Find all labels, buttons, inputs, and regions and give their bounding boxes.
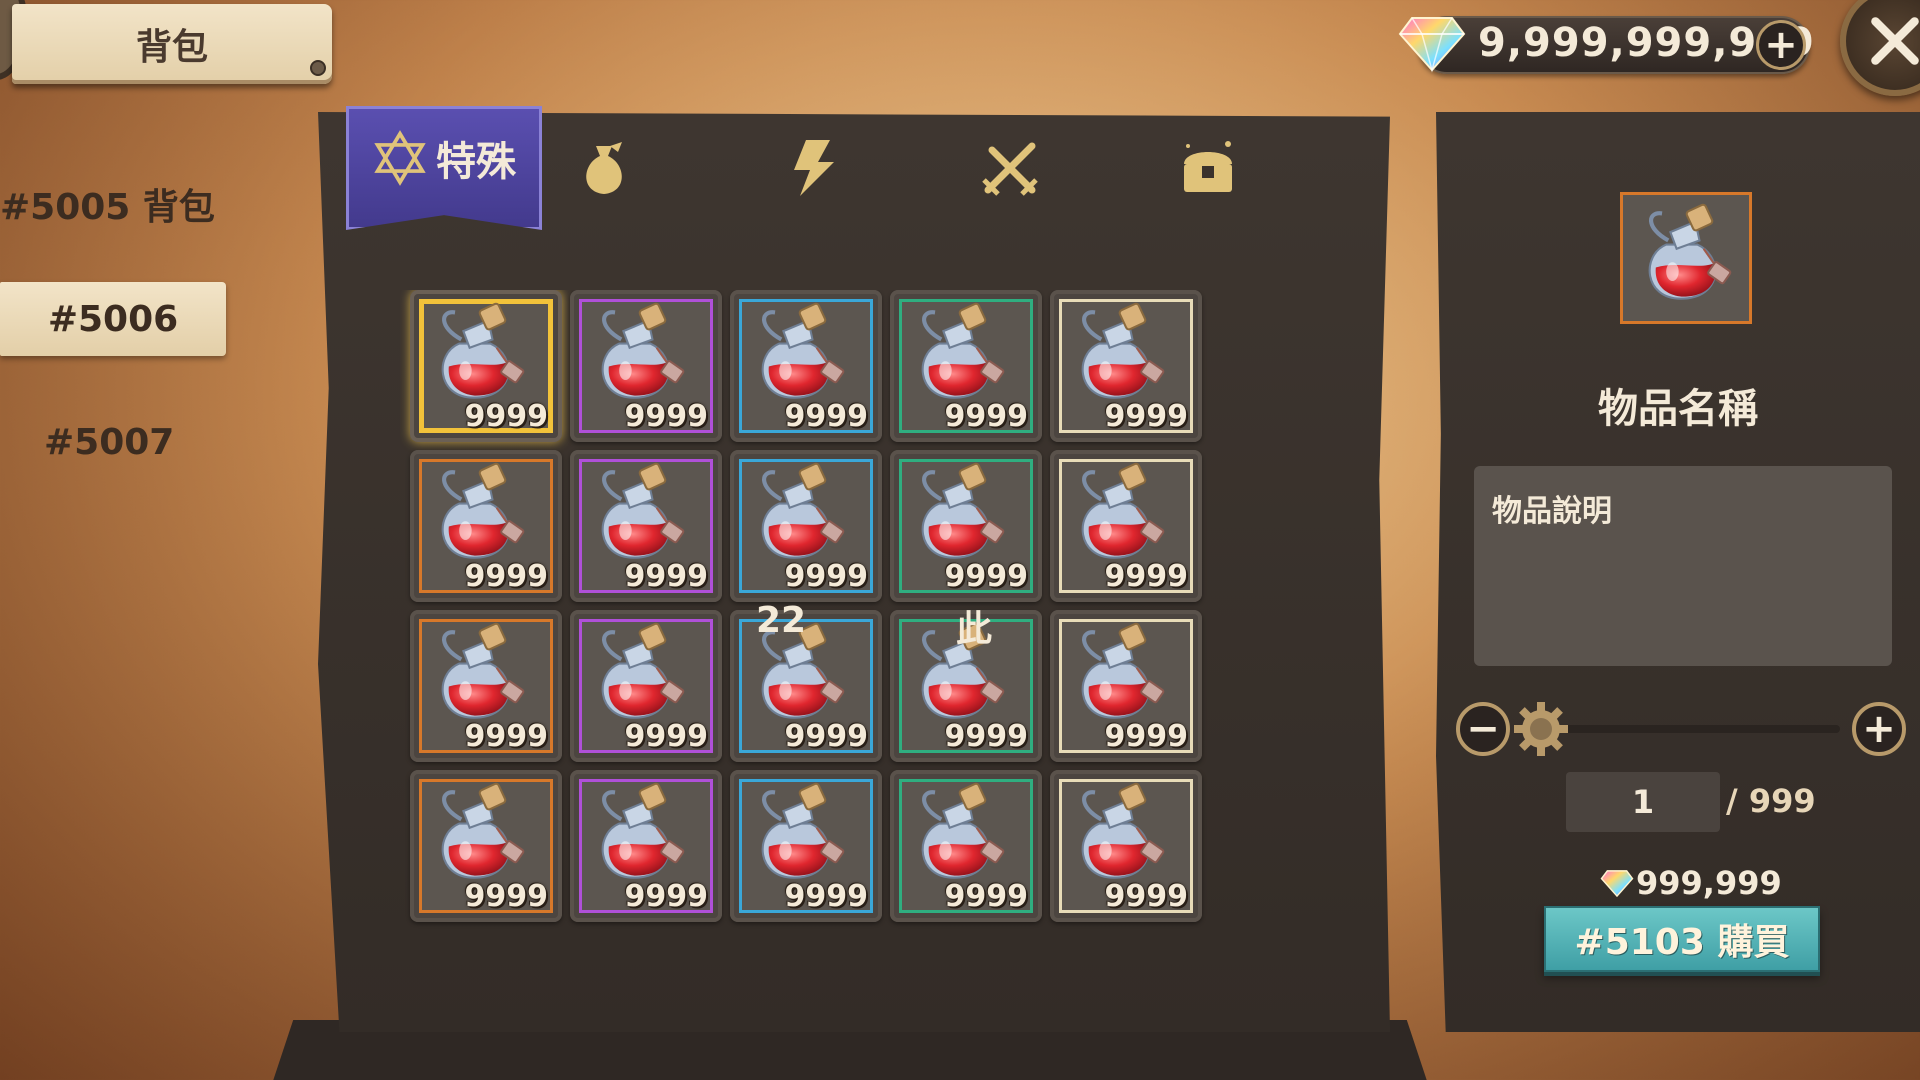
potion-icon (1068, 462, 1172, 566)
item-quantity: 9999 (944, 399, 1029, 434)
potion-icon (588, 302, 692, 406)
category-item-5006[interactable]: #5006 (0, 282, 226, 356)
category-label: #5005 背包 (0, 187, 215, 228)
item-slot[interactable]: 9999 (730, 290, 882, 442)
item-quantity: 9999 (624, 399, 709, 434)
diamond-icon (1398, 17, 1466, 73)
item-slot[interactable]: 9999 (570, 450, 722, 602)
item-slot[interactable]: 9999 (570, 770, 722, 922)
potion-icon (588, 622, 692, 726)
item-description: 物品說明 (1492, 494, 1612, 529)
diamond-icon (1600, 870, 1634, 898)
potion-icon (748, 302, 852, 406)
category-item-5005[interactable]: #5005 背包 (0, 176, 215, 232)
potion-icon (908, 462, 1012, 566)
item-slot[interactable]: 9999 (730, 450, 882, 602)
item-quantity: 9999 (944, 879, 1029, 914)
item-quantity: 9999 (784, 879, 869, 914)
potion-icon (908, 302, 1012, 406)
page-title: 背包 (12, 4, 332, 84)
item-quantity: 9999 (624, 559, 709, 594)
rivet-ornament (310, 60, 326, 76)
item-quantity: 9999 (784, 559, 869, 594)
treasure-chest-icon[interactable] (1176, 136, 1240, 200)
crossed-swords-icon[interactable] (978, 136, 1042, 200)
potion-icon (908, 782, 1012, 886)
add-currency-button[interactable]: + (1756, 20, 1806, 70)
potion-icon (428, 622, 532, 726)
item-slot[interactable]: 9999 (410, 290, 562, 442)
item-quantity: 9999 (464, 399, 549, 434)
potion-icon (1068, 302, 1172, 406)
quantity-input[interactable] (1566, 772, 1720, 832)
item-name: 物品名稱 (1598, 386, 1758, 432)
potion-icon (428, 302, 532, 406)
item-slot[interactable]: 9999 (410, 450, 562, 602)
potion-icon (588, 782, 692, 886)
item-quantity: 9999 (944, 559, 1029, 594)
increase-button[interactable]: + (1852, 702, 1906, 756)
item-slot[interactable]: 9999 (730, 770, 882, 922)
item-quantity: 9999 (784, 399, 869, 434)
tab-special-label: 特殊 (436, 139, 516, 185)
category-item-5007[interactable]: #5007 (44, 414, 174, 470)
item-slot[interactable]: 9999 (410, 610, 562, 762)
item-quantity: 9999 (1104, 399, 1189, 434)
item-slot[interactable]: 9999 (890, 770, 1042, 922)
item-quantity: 9999 (944, 719, 1029, 754)
buy-button[interactable]: #5103 購買 (1544, 906, 1820, 972)
star-of-david-icon (374, 130, 426, 186)
category-label: #5006 (47, 298, 179, 340)
slider-gear-handle[interactable] (1512, 700, 1570, 758)
money-bag-icon[interactable] (572, 136, 636, 200)
potion-icon (1068, 782, 1172, 886)
item-slot[interactable]: 9999 (1050, 770, 1202, 922)
item-slot[interactable]: 9999 (1050, 450, 1202, 602)
item-quantity: 9999 (624, 719, 709, 754)
item-slot[interactable]: 9999 (410, 770, 562, 922)
item-quantity: 9999 (464, 879, 549, 914)
item-quantity: 9999 (624, 879, 709, 914)
item-quantity: 9999 (464, 719, 549, 754)
potion-icon (588, 462, 692, 566)
quantity-slider[interactable] (1536, 725, 1840, 733)
item-quantity: 9999 (1104, 559, 1189, 594)
price: 999,999 (1600, 864, 1782, 902)
item-slot[interactable]: 9999 (1050, 610, 1202, 762)
tab-special[interactable]: 特殊 (346, 106, 542, 230)
item-description-box: 物品說明 (1474, 466, 1892, 666)
item-quantity: 9999 (1104, 879, 1189, 914)
item-quantity: 9999 (784, 719, 869, 754)
item-slot[interactable]: 9999 (570, 290, 722, 442)
stray-text: 22 (756, 600, 807, 641)
item-quantity: 9999 (464, 559, 549, 594)
close-button[interactable] (1840, 0, 1920, 96)
price-value: 999,999 (1636, 864, 1782, 902)
item-grid: 9999 9999 9999 9999 9999 9999 9999 9999 9999 9999… (400, 290, 1360, 972)
lightning-icon[interactable] (780, 136, 844, 200)
item-slot[interactable]: 9999 (570, 610, 722, 762)
item-slot[interactable]: 9999 (890, 450, 1042, 602)
close-icon (1871, 17, 1919, 65)
stray-text: 此 (956, 609, 993, 650)
potion-icon (748, 462, 852, 566)
potion-icon (428, 462, 532, 566)
item-slot[interactable]: 9999 (890, 290, 1042, 442)
item-quantity: 9999 (1104, 719, 1189, 754)
quantity-max: / 999 (1726, 782, 1816, 820)
item-slot[interactable]: 9999 (1050, 290, 1202, 442)
potion-icon (1068, 622, 1172, 726)
decrease-button[interactable]: − (1456, 702, 1510, 756)
category-label: #5007 (44, 421, 175, 463)
potion-icon (748, 782, 852, 886)
page-title-text: 背包 (135, 27, 208, 68)
potion-icon (1635, 203, 1739, 307)
potion-icon (428, 782, 532, 886)
item-preview (1620, 192, 1752, 324)
